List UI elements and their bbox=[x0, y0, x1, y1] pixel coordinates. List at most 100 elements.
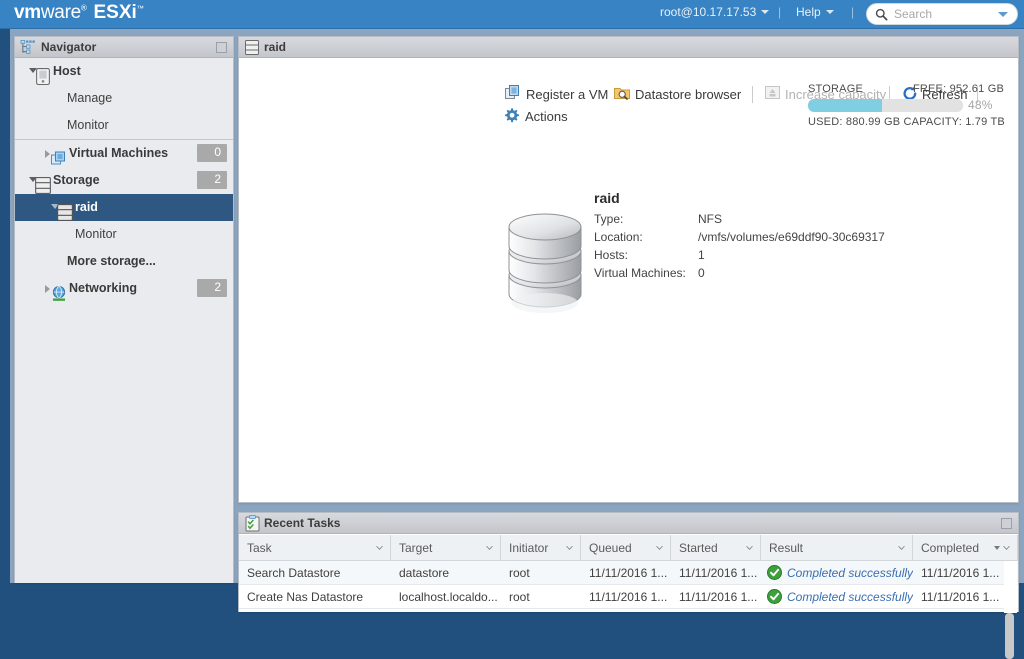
table-cell-text: 11/11/2016 1... bbox=[679, 590, 758, 604]
recent-tasks-header: Recent Tasks bbox=[239, 513, 1018, 534]
datastore-field-label: Virtual Machines: bbox=[594, 266, 686, 280]
column-menu-icon[interactable] bbox=[746, 546, 753, 550]
sidebar-item-host[interactable]: Host bbox=[15, 58, 233, 85]
datastore-field-label: Hosts: bbox=[594, 248, 629, 262]
table-cell-text: datastore bbox=[399, 566, 450, 580]
sidebar-item-raid[interactable]: raid bbox=[15, 194, 233, 221]
storage-used-capacity-label: USED: 880.99 GB CAPACITY: 1.79 TB bbox=[808, 116, 1005, 128]
storage-usage-bar bbox=[808, 99, 963, 112]
table-cell-initiator: root bbox=[501, 561, 581, 585]
sidebar-item-virtual-machines[interactable]: Virtual Machines 0 bbox=[15, 140, 233, 167]
navigator-title: Navigator bbox=[41, 40, 97, 54]
sidebar-item-networking[interactable]: Networking 2 bbox=[15, 275, 233, 302]
column-header-label: Target bbox=[399, 541, 433, 555]
user-menu[interactable]: root@10.17.17.53 bbox=[660, 5, 770, 19]
column-header-label: Initiator bbox=[509, 541, 549, 555]
topbar-separator-2: | bbox=[851, 5, 855, 19]
sidebar-item-manage[interactable]: Manage bbox=[15, 85, 233, 112]
search-input[interactable] bbox=[892, 4, 997, 24]
actions-label: Actions bbox=[525, 109, 568, 124]
datastore-field-value: NFS bbox=[698, 212, 722, 226]
table-row[interactable]: Search Datastore datastore root 11/11/2016 … bbox=[239, 561, 1018, 585]
column-header-initiator[interactable]: Initiator bbox=[501, 535, 581, 560]
column-menu-icon[interactable] bbox=[376, 546, 383, 550]
sidebar-item-badge: 2 bbox=[197, 171, 227, 189]
sidebar-item-monitor[interactable]: Monitor bbox=[15, 112, 233, 139]
column-header-started[interactable]: Started bbox=[671, 535, 761, 560]
table-cell-text: 11/11/2016 1... bbox=[679, 566, 758, 580]
sidebar-item-label: raid bbox=[75, 200, 98, 214]
storage-icon bbox=[35, 177, 51, 194]
sidebar-item-storage[interactable]: Storage 2 bbox=[15, 167, 233, 194]
sidebar-item-label: Manage bbox=[67, 91, 113, 105]
sidebar-item-monitor[interactable]: Monitor bbox=[15, 221, 233, 248]
success-icon bbox=[767, 565, 782, 580]
column-menu-icon[interactable] bbox=[486, 546, 493, 550]
table-cell-target: datastore bbox=[391, 561, 501, 585]
datastore-field-label: Location: bbox=[594, 230, 643, 244]
twisty-right-icon[interactable] bbox=[45, 285, 50, 293]
column-header-result[interactable]: Result bbox=[761, 535, 913, 560]
navigator-header: Navigator bbox=[15, 37, 233, 58]
table-cell-text: root bbox=[509, 566, 530, 580]
table-body: Search Datastore datastore root 11/11/2016 … bbox=[239, 561, 1018, 609]
storage-percent-label: 48% bbox=[968, 98, 993, 112]
navigator-tree-icon bbox=[20, 40, 35, 54]
sidebar-item-label: Host bbox=[53, 64, 81, 78]
sidebar-item-label: Monitor bbox=[75, 227, 117, 241]
sidebar-item-label: Virtual Machines bbox=[69, 146, 169, 160]
registered-mark: ® bbox=[80, 3, 87, 13]
help-menu[interactable]: Help bbox=[796, 5, 834, 19]
sidebar-item-label: Storage bbox=[53, 173, 100, 187]
sidebar-item-badge: 2 bbox=[197, 279, 227, 297]
column-header-completed[interactable]: Completed bbox=[913, 535, 1018, 560]
sidebar-item-more-storage[interactable]: More storage... bbox=[15, 248, 233, 275]
search-box[interactable] bbox=[866, 3, 1018, 25]
table-cell-initiator: root bbox=[501, 585, 581, 609]
column-header-label: Completed bbox=[921, 541, 980, 555]
column-menu-icon[interactable] bbox=[566, 546, 573, 550]
search-dropdown-icon[interactable] bbox=[998, 12, 1008, 17]
twisty-right-icon[interactable] bbox=[45, 150, 50, 158]
networking-icon bbox=[52, 286, 66, 301]
table-cell-text: root bbox=[509, 590, 530, 604]
column-header-task[interactable]: Task bbox=[239, 535, 391, 560]
table-cell-result: Completed successfully bbox=[761, 561, 913, 585]
column-header-target[interactable]: Target bbox=[391, 535, 501, 560]
column-menu-icon[interactable] bbox=[656, 546, 663, 550]
navigator-collapse-button[interactable] bbox=[216, 42, 227, 53]
sidebar-item-label: Networking bbox=[69, 281, 138, 295]
recent-tasks-title: Recent Tasks bbox=[264, 516, 341, 530]
table-row[interactable]: Create Nas Datastore localhost.localdo...… bbox=[239, 585, 1018, 609]
column-header-queued[interactable]: Queued bbox=[581, 535, 671, 560]
datastore-field-label: Type: bbox=[594, 212, 624, 226]
tasks-scrollbar-thumb[interactable] bbox=[1005, 613, 1014, 659]
datastore-icon bbox=[245, 40, 259, 55]
vmware-esxi-logo: vmware® ESXi™ bbox=[14, 2, 144, 24]
column-menu-icon[interactable] bbox=[898, 546, 905, 550]
datastore-browser-label: Datastore browser bbox=[635, 87, 742, 102]
user-menu-label: root@10.17.17.53 bbox=[660, 5, 757, 19]
chevron-down-icon bbox=[825, 10, 834, 15]
table-cell-text: 11/11/2016 1... bbox=[921, 566, 1000, 580]
column-header-label: Result bbox=[769, 541, 804, 555]
table-cell-queued: 11/11/2016 1... bbox=[581, 561, 671, 585]
table-cell-queued: 11/11/2016 1... bbox=[581, 585, 671, 609]
main-tab-bar: raid bbox=[239, 37, 1018, 58]
table-cell-text: Create Nas Datastore bbox=[247, 590, 364, 604]
datastore-field-value: /vmfs/volumes/e69ddf90-30c69317 bbox=[698, 230, 885, 244]
logo-vm-text: vm bbox=[14, 2, 41, 23]
topbar-separator-1: | bbox=[778, 5, 782, 19]
column-menu-icon[interactable] bbox=[1003, 546, 1010, 550]
gear-icon bbox=[505, 108, 519, 123]
top-navigation-bar: vmware® ESXi™ root@10.17.17.53 | Help | bbox=[0, 0, 1024, 29]
virtual-machines-icon bbox=[51, 151, 65, 165]
recent-tasks-collapse-button[interactable] bbox=[1001, 518, 1012, 529]
tasks-scrollbar-track[interactable] bbox=[1004, 561, 1017, 659]
table-cell-started: 11/11/2016 1... bbox=[671, 561, 761, 585]
datastore-large-icon bbox=[508, 213, 582, 313]
help-menu-label: Help bbox=[796, 5, 821, 19]
sidebar-item-label: More storage... bbox=[67, 254, 156, 268]
folder-search-icon bbox=[614, 88, 630, 100]
column-header-label: Started bbox=[679, 541, 718, 555]
